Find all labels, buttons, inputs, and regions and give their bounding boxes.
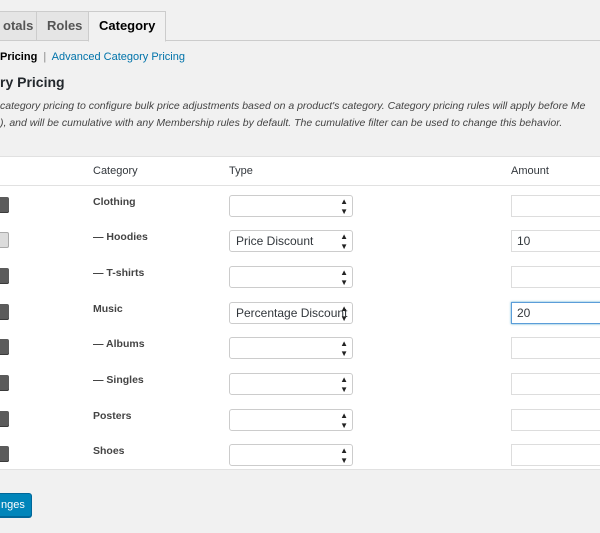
advanced-category-pricing-link[interactable]: Advanced Category Pricing bbox=[52, 51, 185, 63]
column-header-type: Type bbox=[229, 165, 253, 177]
amount-input[interactable] bbox=[511, 409, 600, 431]
amount-input[interactable] bbox=[511, 444, 600, 466]
drag-handle-icon[interactable] bbox=[0, 232, 9, 248]
description-line-2: ), and will be cumulative with any Membe… bbox=[0, 117, 563, 129]
drag-handle-icon[interactable] bbox=[0, 268, 9, 284]
amount-input[interactable] bbox=[511, 373, 600, 395]
category-name: Clothing bbox=[93, 196, 136, 208]
type-select[interactable]: ▲ ▼ bbox=[229, 444, 353, 466]
up-down-arrows-icon: ▲ ▼ bbox=[340, 197, 348, 216]
type-select[interactable]: Price Discount ▲ ▼ bbox=[229, 230, 353, 252]
drag-handle-icon[interactable] bbox=[0, 304, 9, 320]
amount-input[interactable] bbox=[511, 337, 600, 359]
amount-input[interactable]: 20 bbox=[511, 302, 600, 324]
table-row: — Hoodies Price Discount ▲ ▼ 10 bbox=[0, 222, 600, 258]
table-row: — T-shirts ▲ ▼ bbox=[0, 258, 600, 294]
up-down-arrows-icon: ▲ ▼ bbox=[340, 411, 348, 430]
column-header-category: Category bbox=[93, 165, 138, 177]
category-name: Shoes bbox=[93, 445, 125, 457]
drag-handle-icon[interactable] bbox=[0, 375, 9, 391]
subsub-separator: | bbox=[43, 51, 47, 63]
table-row: Shoes ▲ ▼ bbox=[0, 436, 600, 472]
up-down-arrows-icon: ▲ ▼ bbox=[340, 339, 348, 358]
up-down-arrows-icon: ▲ ▼ bbox=[340, 446, 348, 465]
table-header: Category Type Amount bbox=[0, 157, 600, 186]
table-row: — Albums ▲ ▼ bbox=[0, 329, 600, 365]
section-title: ry Pricing bbox=[0, 74, 65, 90]
category-name: — T-shirts bbox=[93, 267, 145, 279]
description-line-1: category pricing to configure bulk price… bbox=[0, 100, 586, 112]
drag-handle-icon[interactable] bbox=[0, 197, 9, 213]
drag-handle-icon[interactable] bbox=[0, 339, 9, 355]
category-name: Music bbox=[93, 303, 123, 315]
up-down-arrows-icon: ▲ ▼ bbox=[340, 304, 348, 323]
up-down-arrows-icon: ▲ ▼ bbox=[340, 375, 348, 394]
type-select[interactable]: ▲ ▼ bbox=[229, 337, 353, 359]
table-row: — Singles ▲ ▼ bbox=[0, 365, 600, 401]
save-changes-button[interactable]: nges bbox=[0, 493, 32, 517]
tab-bar: otals Roles Category bbox=[0, 0, 600, 42]
type-select[interactable]: ▲ ▼ bbox=[229, 195, 353, 217]
column-header-amount: Amount bbox=[511, 165, 549, 177]
amount-input[interactable] bbox=[511, 195, 600, 217]
up-down-arrows-icon: ▲ ▼ bbox=[340, 268, 348, 287]
table-row: Clothing ▲ ▼ bbox=[0, 187, 600, 223]
category-name: — Hoodies bbox=[93, 231, 148, 243]
subsubsub-nav: Pricing | Advanced Category Pricing bbox=[0, 51, 185, 63]
type-select[interactable]: ▲ ▼ bbox=[229, 266, 353, 288]
drag-handle-icon[interactable] bbox=[0, 411, 9, 427]
category-pricing-table: Category Type Amount Clothing ▲ ▼ — Hoodies… bbox=[0, 156, 600, 470]
tab-roles[interactable]: Roles bbox=[36, 11, 94, 41]
amount-input[interactable] bbox=[511, 266, 600, 288]
table-row: Music Percentage Discount ▲ ▼ 20 bbox=[0, 294, 600, 330]
subsub-current: Pricing bbox=[0, 51, 38, 63]
type-select-value: Percentage Discount bbox=[236, 306, 348, 320]
type-select[interactable]: ▲ ▼ bbox=[229, 373, 353, 395]
drag-handle-icon[interactable] bbox=[0, 446, 9, 462]
type-select[interactable]: ▲ ▼ bbox=[229, 409, 353, 431]
type-select[interactable]: Percentage Discount ▲ ▼ bbox=[229, 302, 353, 324]
table-row: Posters ▲ ▼ bbox=[0, 401, 600, 437]
section-description: category pricing to configure bulk price… bbox=[0, 98, 600, 132]
category-name: — Albums bbox=[93, 338, 145, 350]
category-name: — Singles bbox=[93, 374, 144, 386]
tab-category[interactable]: Category bbox=[88, 11, 167, 42]
amount-input[interactable]: 10 bbox=[511, 230, 600, 252]
up-down-arrows-icon: ▲ ▼ bbox=[340, 232, 348, 251]
type-select-value: Price Discount bbox=[236, 234, 314, 248]
category-name: Posters bbox=[93, 410, 132, 422]
